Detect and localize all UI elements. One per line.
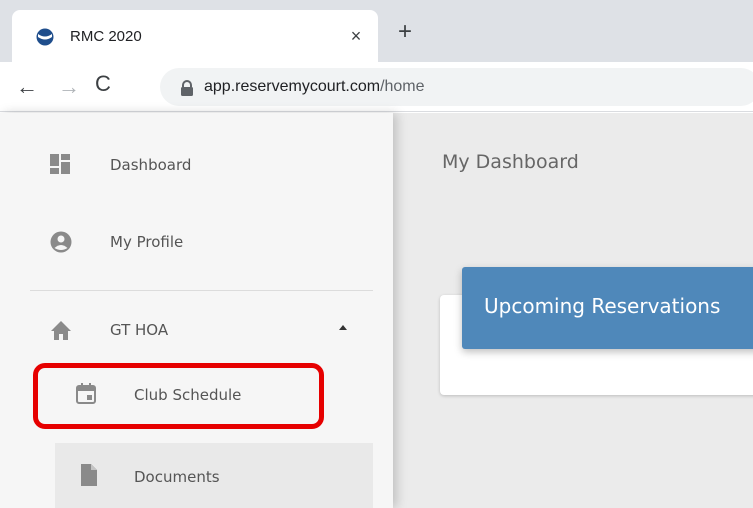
url-host: app.reservemycourt.com [204, 78, 381, 95]
sidebar-item-documents[interactable]: Documents [0, 448, 393, 508]
browser-tab[interactable]: RMC 2020 × [12, 10, 378, 62]
dashboard-icon [50, 154, 70, 174]
card-title: Upcoming Reservations [484, 294, 721, 318]
url-text: app.reservemycourt.com/home [204, 78, 425, 96]
browser-toolbar: ← → C app.reservemycourt.com/home [0, 62, 753, 112]
club-schedule-highlight-box [33, 363, 324, 429]
sidebar: Dashboard My Profile GT HOA Club Schedul… [0, 113, 393, 508]
sidebar-item-my-profile[interactable]: My Profile [0, 213, 393, 273]
tab-title: RMC 2020 [70, 28, 142, 45]
sidebar-item-gt-hoa[interactable]: GT HOA [0, 301, 393, 361]
sidebar-item-dashboard[interactable]: Dashboard [0, 135, 393, 195]
sidebar-item-label: Documents [134, 468, 220, 486]
forward-arrow-icon[interactable]: → [58, 74, 80, 100]
sidebar-item-label: My Profile [110, 233, 184, 251]
sidebar-divider [30, 290, 373, 291]
new-tab-button[interactable]: + [392, 20, 418, 46]
document-icon [81, 464, 97, 486]
address-bar[interactable]: app.reservemycourt.com/home [160, 68, 753, 106]
url-path: /home [380, 78, 425, 95]
page-title: My Dashboard [442, 151, 579, 173]
browser-tab-strip: RMC 2020 × + [0, 0, 753, 62]
reservations-card-header: Upcoming Reservations [462, 267, 753, 349]
chevron-up-icon[interactable] [339, 325, 347, 330]
tab-close-icon[interactable]: × [344, 24, 368, 48]
sidebar-item-label: GT HOA [110, 321, 169, 339]
lock-icon [181, 80, 193, 96]
main-content: My Dashboard Upcoming Reservations [393, 113, 753, 508]
sidebar-item-label: Dashboard [110, 156, 192, 174]
globe-favicon-icon [36, 28, 54, 46]
home-icon [51, 321, 71, 340]
reload-icon[interactable]: C [95, 71, 111, 97]
account-circle-icon [50, 231, 72, 253]
back-arrow-icon[interactable]: ← [16, 74, 38, 100]
